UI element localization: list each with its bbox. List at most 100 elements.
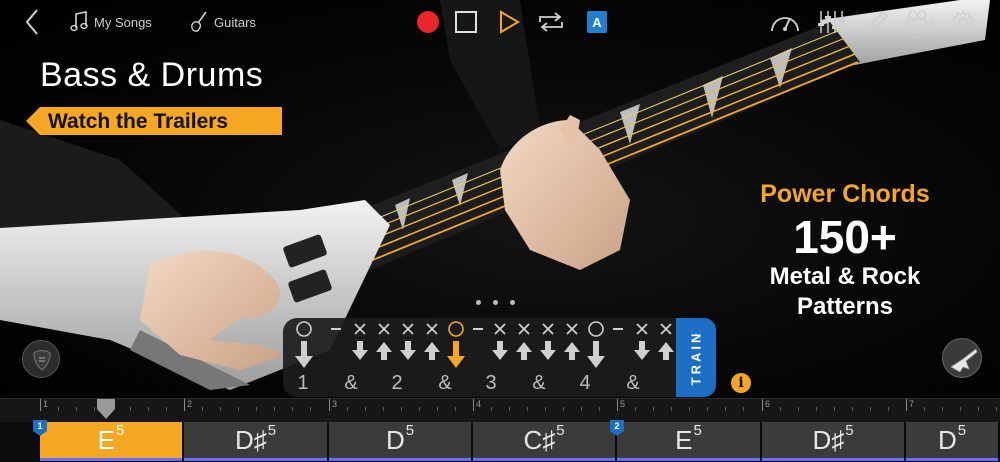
bar-number: 4 bbox=[476, 399, 482, 409]
record-button[interactable] bbox=[416, 6, 440, 38]
arrow-up-icon bbox=[564, 342, 580, 360]
strum-up bbox=[374, 340, 394, 376]
strum-cell[interactable] bbox=[374, 320, 394, 376]
strum-cell[interactable] bbox=[562, 320, 582, 376]
strum-cell[interactable] bbox=[632, 320, 652, 376]
edit-button[interactable] bbox=[862, 6, 892, 38]
strum-up bbox=[422, 340, 442, 376]
loop-button[interactable] bbox=[536, 6, 566, 38]
strum-cell[interactable] bbox=[350, 320, 370, 376]
strum-cell[interactable] bbox=[446, 320, 466, 376]
page-dots[interactable] bbox=[476, 300, 515, 305]
beat-tick bbox=[924, 407, 925, 411]
tempo-button[interactable] bbox=[768, 6, 802, 38]
info-icon[interactable]: i bbox=[731, 373, 751, 393]
chord-block[interactable]: C♯ 5 bbox=[473, 422, 617, 458]
chord-block[interactable]: D♯ 5 bbox=[762, 422, 906, 458]
strum-cell[interactable] bbox=[656, 320, 676, 376]
pick-button[interactable] bbox=[22, 340, 60, 378]
play-button[interactable] bbox=[497, 6, 521, 38]
chord-track[interactable]: E 5 D♯ 5 D 5 C♯ 5 E 5 D♯ 5 D 5 bbox=[0, 422, 1000, 462]
chord-underline bbox=[473, 458, 615, 461]
section-number: 2 bbox=[614, 421, 620, 431]
arrow-up-icon bbox=[424, 342, 440, 360]
guitar-pick-icon bbox=[33, 350, 51, 371]
strum-cell[interactable] bbox=[326, 320, 346, 376]
beat-tick bbox=[419, 407, 420, 411]
settings-button[interactable] bbox=[948, 6, 978, 38]
beat-tick bbox=[581, 407, 582, 411]
mute-x-icon bbox=[494, 323, 506, 335]
bar-number: 2 bbox=[187, 399, 193, 409]
chord-block[interactable]: D♯ 5 bbox=[184, 422, 329, 458]
bar-line bbox=[473, 399, 474, 411]
rest-dash-icon bbox=[331, 328, 341, 330]
guitar-view-button[interactable] bbox=[942, 338, 982, 378]
mute-marker bbox=[374, 320, 394, 338]
beat-tick bbox=[238, 407, 239, 411]
beat-tick bbox=[220, 407, 221, 411]
strum-cell[interactable] bbox=[490, 320, 510, 376]
strum-cell[interactable] bbox=[398, 320, 418, 376]
train-label: TRAIN bbox=[688, 330, 704, 385]
beat-tick bbox=[130, 407, 131, 411]
strum-cell[interactable] bbox=[468, 320, 488, 376]
strum-cell[interactable] bbox=[514, 320, 534, 376]
a-badge: A bbox=[587, 11, 607, 33]
gear-icon bbox=[951, 9, 975, 35]
beat-tick bbox=[58, 407, 59, 411]
promo-count: 150+ bbox=[793, 211, 897, 263]
strum-cell[interactable] bbox=[586, 320, 606, 376]
guitars-button[interactable]: Guitars bbox=[190, 6, 260, 38]
beat-tick bbox=[401, 407, 402, 411]
arrow-down-long-icon bbox=[587, 341, 605, 368]
section-marker[interactable]: 1 bbox=[33, 420, 47, 436]
mute-x-icon bbox=[378, 323, 390, 335]
timeline-ruler[interactable]: 1 2 3 4 5 6 7 bbox=[0, 398, 1000, 422]
mute-marker bbox=[562, 320, 582, 338]
arrow-down-icon bbox=[540, 341, 556, 360]
chord-root: D bbox=[385, 424, 405, 455]
beat-tick bbox=[725, 407, 726, 411]
mute-x-icon bbox=[402, 323, 414, 335]
chord-block[interactable]: D5 bbox=[906, 422, 1000, 458]
chord-underline bbox=[762, 458, 904, 461]
beat-tick bbox=[365, 407, 366, 411]
camera-button[interactable] bbox=[904, 6, 936, 38]
beat-tick bbox=[509, 407, 510, 411]
strum-cell[interactable] bbox=[608, 320, 628, 376]
beat-tick bbox=[942, 407, 943, 411]
a-mode-button[interactable]: A bbox=[586, 6, 608, 38]
mixer-button[interactable] bbox=[816, 6, 846, 38]
chord-block[interactable]: E5 bbox=[617, 422, 762, 458]
beat-tick bbox=[292, 407, 293, 411]
beat-label: 2 bbox=[391, 372, 403, 394]
arrow-down-long-icon bbox=[295, 341, 313, 368]
section-marker[interactable]: 2 bbox=[610, 420, 624, 436]
beat-tick bbox=[996, 407, 997, 411]
chord-quality: 5 bbox=[957, 421, 967, 439]
beat-tick bbox=[852, 407, 853, 411]
beat-tick bbox=[148, 407, 149, 411]
record-icon bbox=[417, 11, 439, 33]
mute-x-icon bbox=[636, 323, 648, 335]
train-button[interactable]: TRAIN bbox=[676, 318, 716, 397]
stop-button[interactable] bbox=[454, 6, 478, 38]
strum-cell[interactable] bbox=[538, 320, 558, 376]
watch-trailers-button[interactable]: Watch the Trailers bbox=[26, 107, 282, 135]
strum-down-long bbox=[294, 340, 314, 376]
mute-marker bbox=[656, 320, 676, 338]
playhead-marker[interactable] bbox=[97, 399, 115, 419]
chord-quality: 5 bbox=[556, 421, 565, 439]
chord-block[interactable]: E5 bbox=[40, 422, 184, 458]
stop-icon bbox=[455, 11, 477, 33]
flying-v-icon bbox=[950, 348, 978, 373]
chord-root: D bbox=[937, 424, 957, 455]
my-songs-button[interactable]: My Songs bbox=[70, 6, 160, 38]
chord-block[interactable]: D5 bbox=[329, 422, 473, 458]
strum-cell[interactable] bbox=[294, 320, 314, 376]
guitar-icon bbox=[191, 11, 207, 32]
back-button[interactable] bbox=[20, 6, 44, 38]
strum-cell[interactable] bbox=[422, 320, 442, 376]
strum-down bbox=[632, 340, 652, 376]
